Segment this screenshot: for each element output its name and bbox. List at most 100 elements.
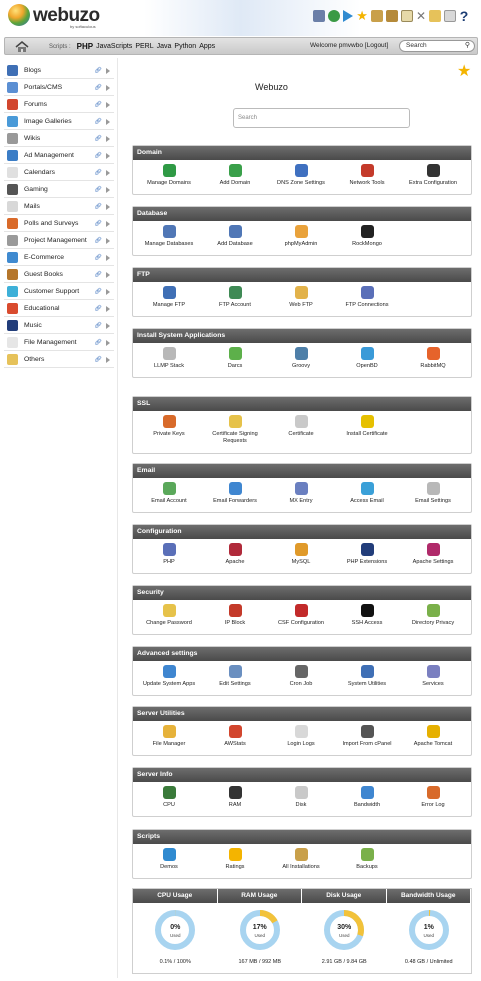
sidebar-item-others[interactable]: Others 🔗︎ (4, 351, 114, 368)
tile-llmp-stack[interactable]: LLMP Stack (136, 347, 202, 370)
link-icon[interactable]: 🔗︎ (94, 271, 102, 278)
tile-phpmyadmin[interactable]: phpMyAdmin (268, 225, 334, 248)
play-icon[interactable] (343, 10, 354, 22)
expand-arrow-icon[interactable] (106, 306, 110, 312)
tile-services[interactable]: Services (400, 665, 466, 688)
sidebar-item-blogs[interactable]: Blogs 🔗︎ (4, 62, 114, 79)
tile-directory-privacy[interactable]: Directory Privacy (400, 604, 466, 627)
expand-arrow-icon[interactable] (106, 272, 110, 278)
tile-certificate[interactable]: Certificate (268, 415, 334, 438)
tile-import-from-cpanel[interactable]: Import From cPanel (334, 725, 400, 748)
tile-cpu[interactable]: CPU (136, 786, 202, 809)
link-icon[interactable]: 🔗︎ (94, 254, 102, 261)
tools-icon[interactable]: ✕ (416, 10, 426, 22)
nav-link-java[interactable]: Java (157, 43, 172, 50)
tile-php-extensions[interactable]: PHP Extensions (334, 543, 400, 566)
tile-disk[interactable]: Disk (268, 786, 334, 809)
link-icon[interactable]: 🔗︎ (94, 356, 102, 363)
backup-icon[interactable] (385, 10, 398, 22)
tile-email-account[interactable]: Email Account (136, 482, 202, 505)
tile-manage-ftp[interactable]: Manage FTP (136, 286, 202, 309)
expand-arrow-icon[interactable] (106, 357, 110, 363)
tile-groovy[interactable]: Groovy (268, 347, 334, 370)
expand-arrow-icon[interactable] (106, 204, 110, 210)
sidebar-item-file-management[interactable]: File Management 🔗︎ (4, 334, 114, 351)
monitor-icon[interactable] (313, 10, 326, 22)
tile-apache-settings[interactable]: Apache Settings (400, 543, 466, 566)
main-search-input[interactable]: Search (233, 108, 410, 128)
tile-darcs[interactable]: Darcs (202, 347, 268, 370)
sidebar-item-gaming[interactable]: Gaming 🔗︎ (4, 181, 114, 198)
expand-arrow-icon[interactable] (106, 340, 110, 346)
sidebar-item-customer-support[interactable]: Customer Support 🔗︎ (4, 283, 114, 300)
rating-star-icon[interactable]: ★ (457, 64, 471, 80)
link-icon[interactable]: 🔗︎ (94, 322, 102, 329)
tile-add-database[interactable]: Add Database (202, 225, 268, 248)
link-icon[interactable]: 🔗︎ (94, 339, 102, 346)
tile-cron-job[interactable]: Cron Job (268, 665, 334, 688)
expand-arrow-icon[interactable] (106, 68, 110, 74)
expand-arrow-icon[interactable] (106, 221, 110, 227)
tile-email-settings[interactable]: Email Settings (400, 482, 466, 505)
sidebar-item-ad-management[interactable]: Ad Management 🔗︎ (4, 147, 114, 164)
tile-mx-entry[interactable]: MX Entry (268, 482, 334, 505)
link-icon[interactable]: 🔗︎ (94, 152, 102, 159)
expand-arrow-icon[interactable] (106, 187, 110, 193)
tile-change-password[interactable]: Change Password (136, 604, 202, 627)
sidebar-item-mails[interactable]: Mails 🔗︎ (4, 198, 114, 215)
welcome-text[interactable]: Welcome pmvwbo [Logout] (310, 42, 388, 49)
tile-install-certificate[interactable]: Install Certificate (334, 415, 400, 438)
link-icon[interactable]: 🔗︎ (94, 118, 102, 125)
search-icon[interactable]: ⚲ (465, 41, 470, 51)
nav-link-python[interactable]: Python (174, 43, 196, 50)
expand-arrow-icon[interactable] (106, 289, 110, 295)
expand-arrow-icon[interactable] (106, 238, 110, 244)
tile-dns-zone-settings[interactable]: DNS Zone Settings (268, 164, 334, 187)
globe-icon[interactable] (328, 10, 341, 22)
link-icon[interactable]: 🔗︎ (94, 84, 102, 91)
tile-edit-settings[interactable]: Edit Settings (202, 665, 268, 688)
tile-php[interactable]: PHP (136, 543, 202, 566)
link-icon[interactable]: 🔗︎ (94, 101, 102, 108)
tile-apache-tomcat[interactable]: Apache Tomcat (400, 725, 466, 748)
tile-bandwidth[interactable]: Bandwidth (334, 786, 400, 809)
nav-link-apps[interactable]: Apps (199, 43, 215, 50)
nav-link-perl[interactable]: PERL (135, 43, 153, 50)
tile-email-forwarders[interactable]: Email Forwarders (202, 482, 268, 505)
link-icon[interactable]: 🔗︎ (94, 203, 102, 210)
top-search-input[interactable]: Search ⚲ (399, 40, 475, 52)
expand-arrow-icon[interactable] (106, 255, 110, 261)
tile-csf-configuration[interactable]: CSF Configuration (268, 604, 334, 627)
tile-rockmongo[interactable]: RockMongo (334, 225, 400, 248)
sidebar-item-image-galleries[interactable]: Image Galleries 🔗︎ (4, 113, 114, 130)
tile-manage-domains[interactable]: Manage Domains (136, 164, 202, 187)
tile-ratings[interactable]: Ratings (202, 848, 268, 871)
tile-update-system-apps[interactable]: Update System Apps (136, 665, 202, 688)
tile-network-tools[interactable]: Network Tools (334, 164, 400, 187)
box-icon[interactable] (370, 10, 383, 22)
tile-ram[interactable]: RAM (202, 786, 268, 809)
tile-mysql[interactable]: MySQL (268, 543, 334, 566)
sidebar-item-educational[interactable]: Educational 🔗︎ (4, 300, 114, 317)
link-icon[interactable]: 🔗︎ (94, 186, 102, 193)
tile-system-utilities[interactable]: System Utilities (334, 665, 400, 688)
tile-ip-block[interactable]: IP Block (202, 604, 268, 627)
expand-arrow-icon[interactable] (106, 170, 110, 176)
tile-manage-databases[interactable]: Manage Databases (136, 225, 202, 248)
tile-all-installations[interactable]: All Installations (268, 848, 334, 871)
tile-login-logs[interactable]: Login Logs (268, 725, 334, 748)
sidebar-item-portals-cms[interactable]: Portals/CMS 🔗︎ (4, 79, 114, 96)
link-icon[interactable]: 🔗︎ (94, 288, 102, 295)
tile-error-log[interactable]: Error Log (400, 786, 466, 809)
tile-certificate-signing-requests[interactable]: Certificate Signing Requests (202, 415, 268, 445)
tile-ssh-access[interactable]: SSH Access (334, 604, 400, 627)
home-button[interactable] (11, 40, 33, 53)
expand-arrow-icon[interactable] (106, 119, 110, 125)
link-icon[interactable]: 🔗︎ (94, 169, 102, 176)
logo[interactable]: webuzo (8, 4, 100, 26)
tile-demos[interactable]: Demos (136, 848, 202, 871)
tile-backups[interactable]: Backups (334, 848, 400, 871)
sidebar-item-project-management[interactable]: Project Management 🔗︎ (4, 232, 114, 249)
sidebar-item-guest-books[interactable]: Guest Books 🔗︎ (4, 266, 114, 283)
link-icon[interactable]: 🔗︎ (94, 305, 102, 312)
